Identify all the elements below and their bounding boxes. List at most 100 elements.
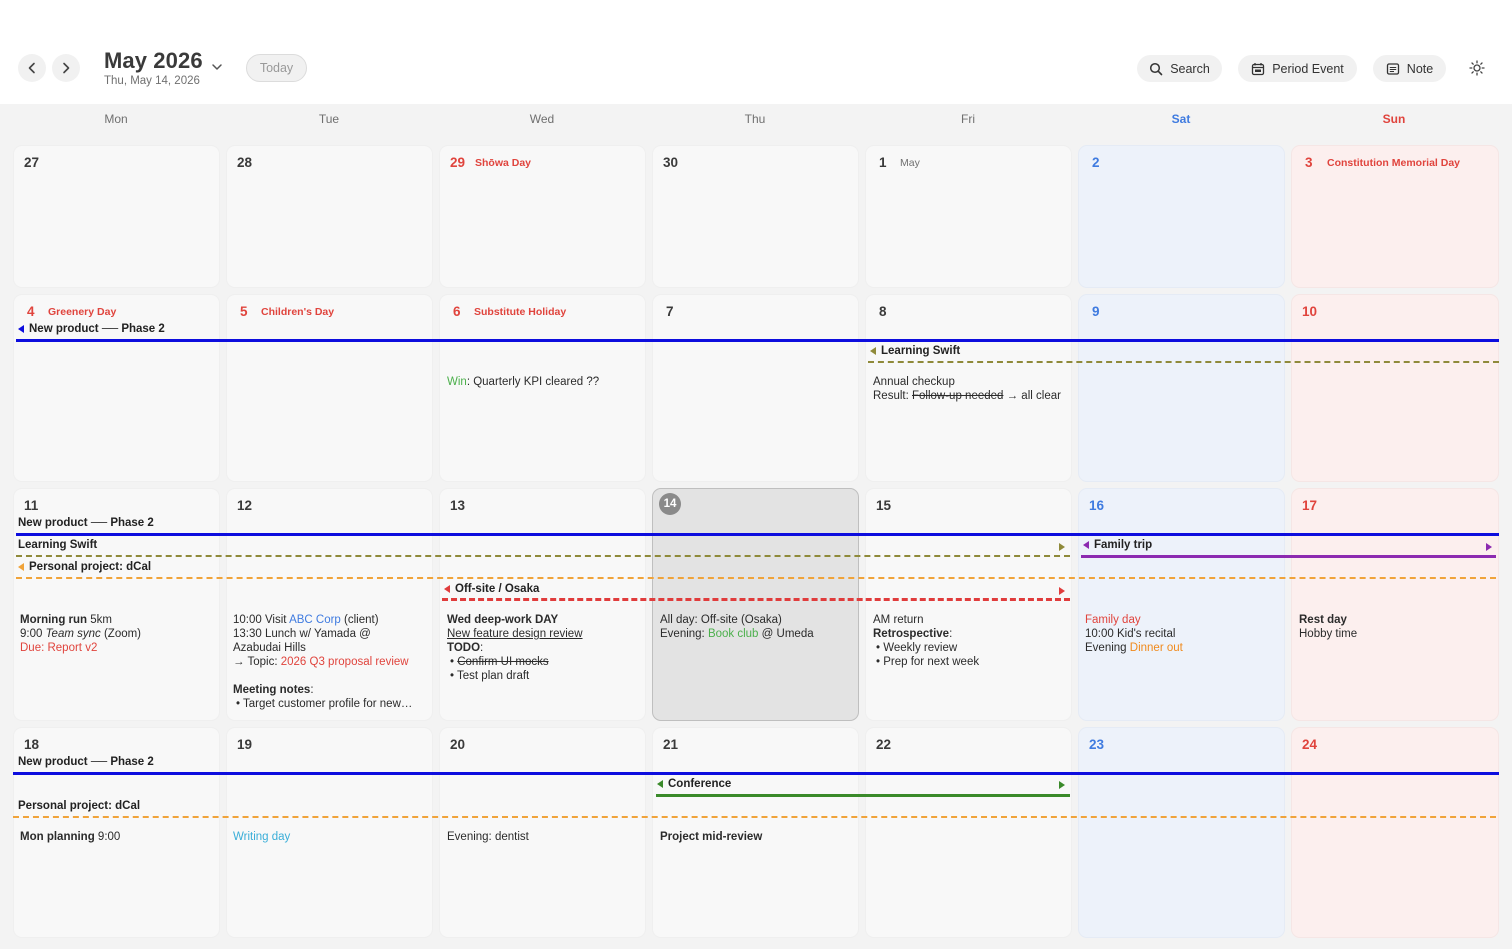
day-note[interactable]: Family day 10:00 Kid's recital Evening D… [1085,613,1183,655]
period-event-bar[interactable] [868,361,1499,363]
search-icon [1150,62,1163,75]
arrow-left-icon [18,563,24,571]
day-cell[interactable] [13,145,220,288]
period-event-bar[interactable] [16,533,1499,536]
day-cell[interactable] [226,294,433,482]
day-cell[interactable] [652,145,859,288]
event-title: New product ── Phase 2 [18,517,154,529]
note-label: Note [1406,61,1434,76]
day-number: 18 [24,737,40,752]
day-note[interactable]: All day: Off-site (Osaka) Evening: Book … [660,613,814,641]
day-cell[interactable] [439,488,646,721]
next-month-button[interactable] [52,54,80,82]
day-cell[interactable] [439,145,646,288]
day-note[interactable]: Wed deep-work DAY New feature design rev… [447,613,583,683]
period-event-personal-project[interactable]: Personal project: dCal [18,800,140,812]
period-event-bar[interactable] [13,816,1496,818]
day-note[interactable]: Mon planning 9:00 [20,830,120,844]
period-event-label: Period Event [1272,61,1344,76]
day-note[interactable]: Writing day [233,830,290,844]
day-cell[interactable] [865,727,1072,938]
day-cell[interactable] [1291,727,1499,938]
day-note[interactable]: 10:00 Visit ABC Corp (client) 13:30 Lunc… [233,613,412,711]
period-event-learning-swift[interactable]: Learning Swift [18,539,97,551]
day-cell[interactable] [1078,294,1285,482]
period-event-bar[interactable] [16,555,1070,557]
period-event-bar[interactable] [656,794,1070,797]
day-cell[interactable] [1291,294,1499,482]
day-number: 5 [240,304,248,319]
day-number: 24 [1302,737,1318,752]
period-event-bar[interactable] [13,772,1499,775]
arrow-right-icon [1059,543,1065,551]
month-label: May [900,157,920,169]
period-event-new-product[interactable]: New product ── Phase 2 [18,323,165,335]
day-number: 28 [237,155,253,170]
period-event-offsite[interactable]: Off-site / Osaka [444,583,539,595]
day-number: 29 [450,155,466,170]
day-note[interactable]: Project mid-review [660,830,762,844]
day-number: 21 [663,737,679,752]
day-cell[interactable] [1291,488,1499,721]
theme-toggle-button[interactable] [1466,57,1488,79]
day-note[interactable]: Morning run 5km 9:00 Team sync (Zoom) Du… [20,613,141,655]
period-event-new-product[interactable]: New product ── Phase 2 [18,517,154,529]
chevron-down-icon[interactable] [211,62,223,72]
day-number: 8 [879,304,887,319]
day-cell[interactable] [226,145,433,288]
period-event-personal-project[interactable]: Personal project: dCal [18,561,151,573]
day-note[interactable]: AM return Retrospective: • Weekly review… [873,613,979,669]
period-event-bar[interactable] [442,598,1070,601]
search-button[interactable]: Search [1137,55,1222,82]
calendar-icon [1252,62,1265,75]
arrow-right-icon [1059,781,1065,789]
note-button[interactable]: Note [1373,55,1446,82]
day-number: 13 [450,498,466,513]
day-cell[interactable] [652,294,859,482]
day-number: 17 [1302,498,1318,513]
day-note[interactable]: Evening: dentist [447,830,529,844]
day-number: 15 [876,498,892,513]
day-number: 1 [879,155,887,170]
day-cell[interactable] [1078,145,1285,288]
day-number: 11 [24,498,39,513]
day-number: 16 [1089,498,1105,513]
day-note[interactable]: Win: Quarterly KPI cleared ?? [447,375,599,389]
event-title: Learning Swift [881,345,961,357]
arrow-left-icon [1083,541,1089,549]
weekday-header: Mon [104,112,128,126]
previous-month-button[interactable] [18,54,46,82]
period-event-conference[interactable]: Conference [657,778,731,790]
today-day-number: 14 [659,493,681,515]
period-event-button[interactable]: Period Event [1238,55,1357,82]
period-event-new-product[interactable]: New product ── Phase 2 [18,756,154,768]
period-event-bar[interactable] [1081,555,1496,558]
arrow-right-icon [1059,587,1065,595]
day-cell[interactable] [865,488,1072,721]
month-title[interactable]: May 2026 [104,48,203,74]
period-event-bar[interactable] [16,577,1496,579]
day-cell[interactable] [865,145,1072,288]
day-number: 2 [1092,155,1100,170]
weekday-header: Sat [1171,112,1191,126]
event-title: New product ── Phase 2 [18,756,154,768]
day-note[interactable]: Annual checkup Result: Follow-up needed … [873,375,1061,403]
search-label: Search [1170,61,1210,76]
day-number: 30 [663,155,679,170]
event-title: New product ── Phase 2 [29,323,165,335]
calendar-header: May 2026 Thu, May 14, 2026 Today Search … [0,0,1512,104]
day-number: 23 [1089,737,1105,752]
day-cell[interactable] [1078,488,1285,721]
day-note[interactable]: Rest day Hobby time [1299,613,1357,641]
period-event-bar[interactable] [16,339,1499,342]
period-event-learning-swift[interactable]: Learning Swift [870,345,960,357]
selected-date: Thu, May 14, 2026 [104,75,200,87]
period-event-family-trip[interactable]: Family trip [1083,539,1152,551]
day-cell[interactable] [1078,727,1285,938]
weekday-header: Tue [318,112,340,126]
arrow-left-icon [444,585,450,593]
day-number: 6 [453,304,461,319]
day-number: 7 [666,304,674,319]
today-button[interactable]: Today [246,54,307,82]
day-cell-today[interactable] [652,488,859,721]
